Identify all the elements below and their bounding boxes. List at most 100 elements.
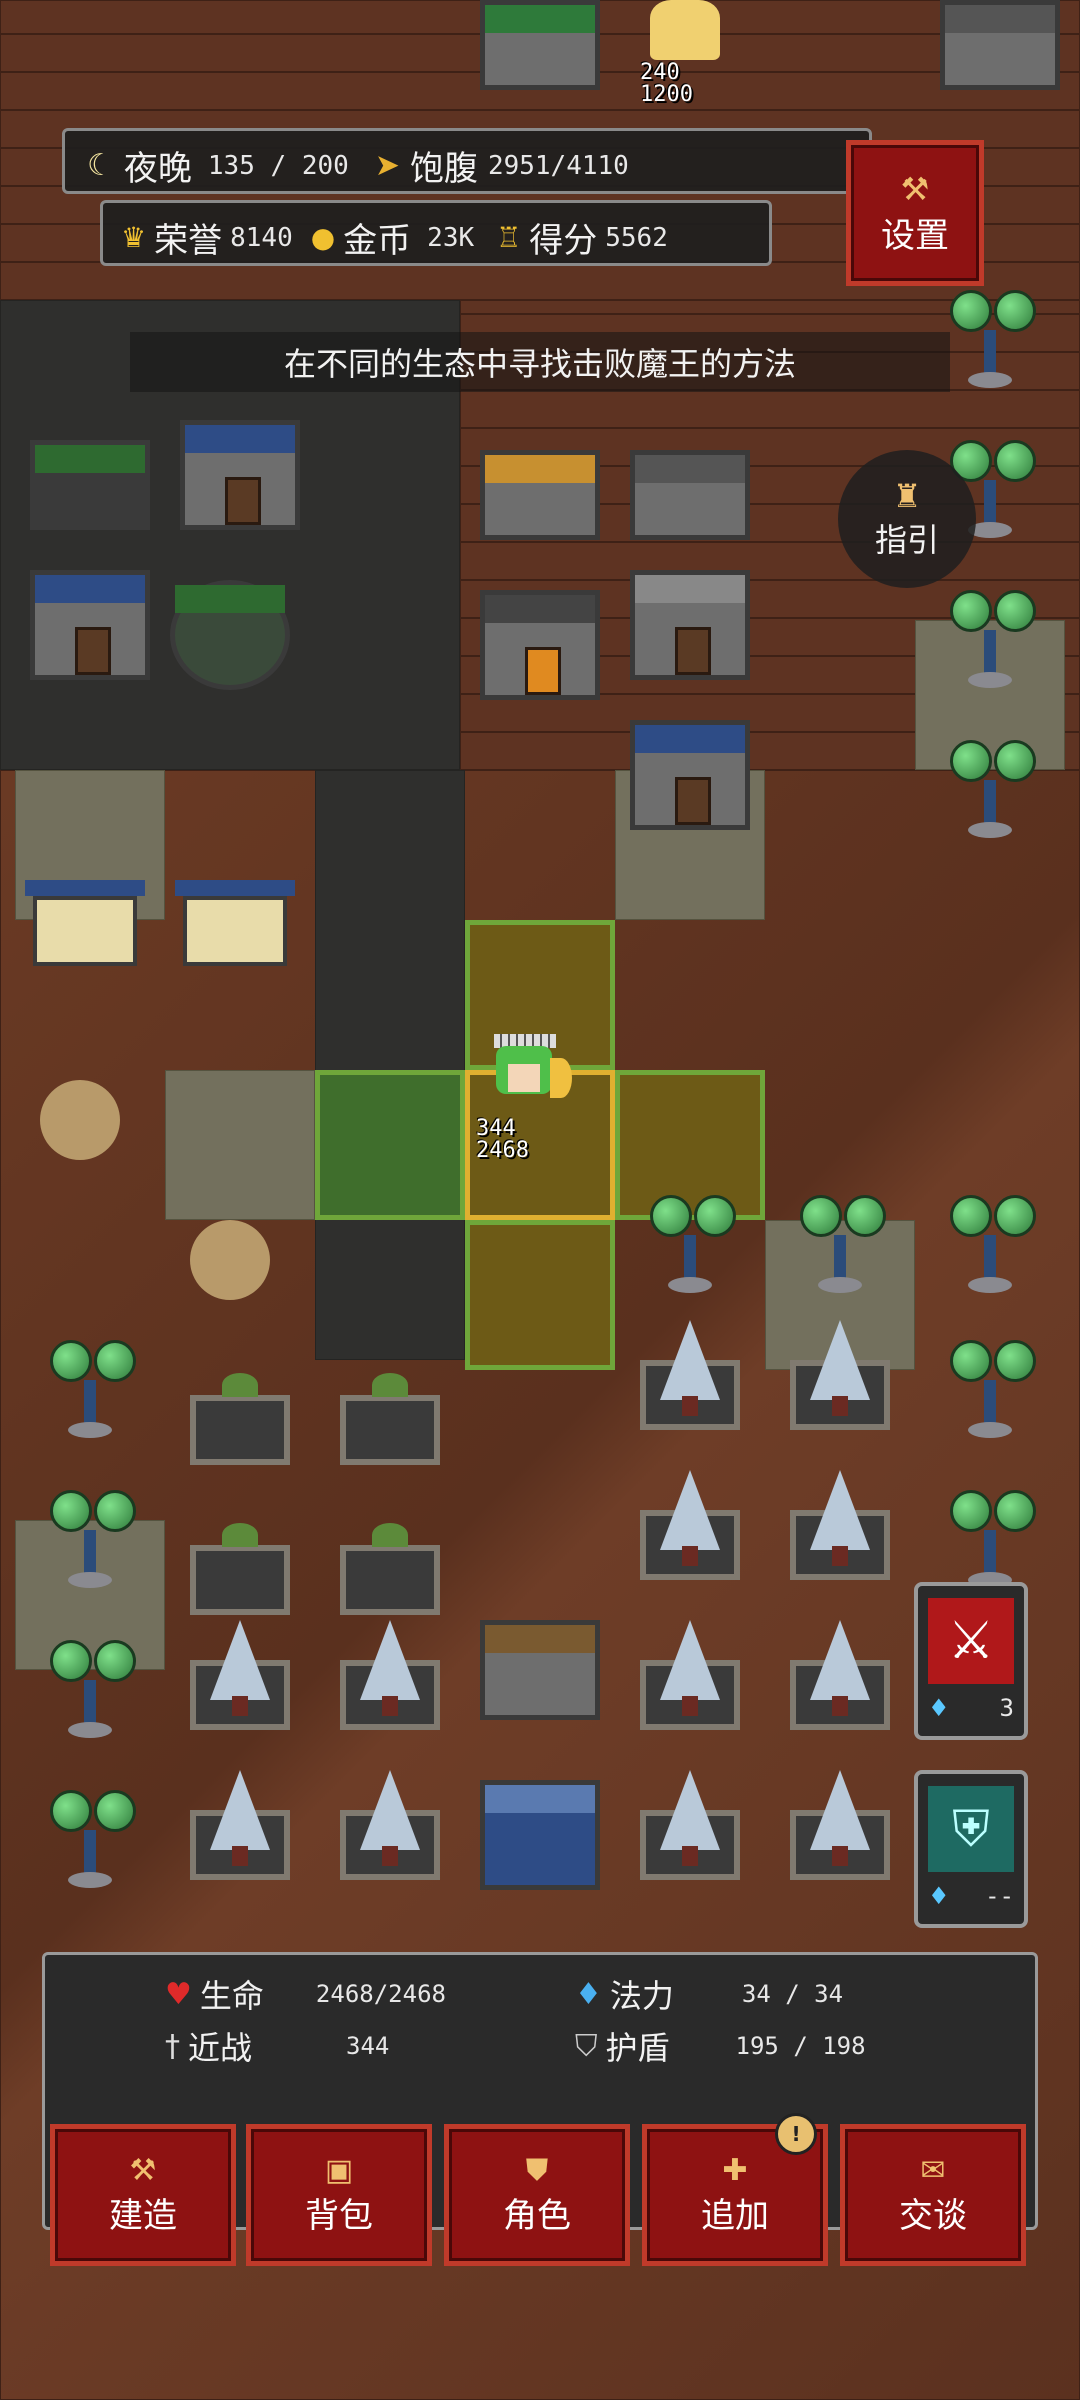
npc-stats: 240 1200 — [640, 62, 693, 106]
build-button[interactable]: ⚒ 建造 — [50, 2124, 236, 2266]
add-button[interactable]: ✚ 追加 ! — [642, 2113, 828, 2266]
status-bar-top: ☾ 夜晚 135 / 200 ➤ 饱腹 2951/4110 — [62, 128, 872, 194]
cabinet-building[interactable] — [480, 1780, 600, 1890]
sword-icon: † — [165, 2028, 180, 2064]
dome-building[interactable] — [170, 580, 290, 690]
house-building[interactable] — [480, 0, 600, 90]
gold-value: 23K — [427, 222, 475, 253]
night-label: 夜晚 — [123, 149, 192, 189]
bag-icon: ▣ — [324, 2153, 354, 2188]
lamp-post[interactable] — [950, 290, 1036, 400]
forge-building[interactable] — [480, 590, 600, 700]
bag-button[interactable]: ▣ 背包 — [246, 2124, 432, 2266]
honor-label: 荣誉 — [154, 221, 223, 261]
hp-value: 2468/2468 — [315, 1980, 446, 2008]
pine-tree[interactable] — [790, 1770, 890, 1880]
shield-label: 护盾 — [605, 2029, 670, 2067]
night-value: 135 / 200 — [207, 150, 349, 181]
move-target-tile[interactable] — [465, 1220, 615, 1370]
sprout-planter[interactable] — [190, 1505, 290, 1615]
shed-building[interactable] — [175, 880, 295, 980]
pine-tree[interactable] — [190, 1770, 290, 1880]
sprout-planter[interactable] — [340, 1505, 440, 1615]
tree-planter[interactable] — [30, 440, 150, 530]
bag-label: 背包 — [305, 2196, 373, 2236]
house-building[interactable] — [30, 570, 150, 680]
status-bar-resources: ♛ 荣誉 8140 ● 金币 23K ♖ 得分 5562 — [100, 200, 772, 266]
pine-tree[interactable] — [640, 1320, 740, 1430]
gold-label: 金币 — [343, 221, 412, 261]
guide-button[interactable]: ♜ 指引 — [838, 450, 976, 588]
plus-icon: ✚ — [722, 2153, 748, 2188]
lamp-post[interactable] — [950, 1340, 1036, 1450]
lamp-post[interactable] — [50, 1340, 136, 1450]
potion-icon: ♦ — [575, 1976, 602, 2012]
nest-creature[interactable] — [40, 1080, 120, 1160]
talk-button[interactable]: ✉ 交谈 — [840, 2124, 1026, 2266]
pine-tree[interactable] — [190, 1620, 290, 1730]
score-label: 得分 — [529, 221, 598, 261]
lamp-post[interactable] — [950, 590, 1036, 700]
pine-tree[interactable] — [640, 1770, 740, 1880]
pine-tree[interactable] — [640, 1470, 740, 1580]
build-label: 建造 — [109, 2196, 177, 2236]
house-building[interactable] — [630, 570, 750, 680]
skill-slot-sword[interactable]: ⚔ ♦ 3 — [914, 1582, 1028, 1740]
lamp-post[interactable] — [50, 1640, 136, 1750]
shield-value: 195 / 198 — [735, 2032, 866, 2060]
move-target-tile[interactable] — [315, 1070, 465, 1220]
character-icon: ⛊ — [525, 2153, 549, 2188]
add-label: 追加 — [701, 2196, 769, 2236]
pine-tree[interactable] — [790, 1620, 890, 1730]
hint-banner: 在不同的生态中寻找击败魔王的方法 — [130, 332, 950, 392]
lamp-post[interactable] — [950, 1195, 1036, 1305]
shield-cost: -- — [985, 1882, 1014, 1910]
stone-tile[interactable] — [165, 1070, 315, 1220]
pine-tree[interactable] — [340, 1620, 440, 1730]
npc-attack: 240 — [640, 60, 680, 85]
sprout-planter[interactable] — [190, 1355, 290, 1465]
mp-label: 法力 — [609, 1977, 674, 2015]
wrench-icon: ⚒ — [900, 169, 930, 208]
satiety-value: 2951/4110 — [487, 150, 629, 181]
player-character[interactable] — [480, 1034, 572, 1120]
angel-npc[interactable] — [650, 0, 720, 60]
boat-building[interactable] — [480, 450, 600, 540]
settings-label: 设置 — [881, 215, 949, 256]
mana-icon: ♦ — [928, 1882, 950, 1910]
shed-building[interactable] — [25, 880, 145, 980]
score-value: 5562 — [605, 222, 668, 253]
lamp-post[interactable] — [800, 1195, 886, 1305]
talk-label: 交谈 — [899, 2196, 967, 2236]
lamp-post[interactable] — [50, 1490, 136, 1600]
satiety-label: 饱腹 — [409, 149, 478, 189]
machine-building[interactable] — [940, 0, 1060, 90]
character-button[interactable]: ⛊ 角色 — [444, 2124, 630, 2266]
lamp-post[interactable] — [650, 1195, 736, 1305]
sword-cost: 3 — [999, 1694, 1014, 1722]
well-building[interactable] — [630, 450, 750, 540]
house-building[interactable] — [630, 720, 750, 830]
goblet-icon: ♜ — [892, 477, 922, 515]
honor-value: 8140 — [230, 222, 293, 253]
heart-icon: ♥ — [165, 1976, 192, 2012]
workshop-building[interactable] — [480, 1620, 600, 1720]
pine-tree[interactable] — [640, 1620, 740, 1730]
path-column — [315, 770, 465, 1360]
pine-tree[interactable] — [340, 1770, 440, 1880]
skill-slot-shield[interactable]: ⛨ ♦ -- — [914, 1770, 1028, 1928]
lamp-post[interactable] — [50, 1790, 136, 1900]
npc-health: 1200 — [640, 82, 693, 107]
sprout-planter[interactable] — [340, 1355, 440, 1465]
nest-creature[interactable] — [190, 1220, 270, 1300]
player-attack: 344 — [476, 1116, 516, 1141]
mana-icon: ♦ — [928, 1694, 950, 1722]
lamp-post[interactable] — [950, 740, 1036, 850]
hint-text: 在不同的生态中寻找击败魔王的方法 — [283, 345, 796, 383]
pine-tree[interactable] — [790, 1470, 890, 1580]
pine-tree[interactable] — [790, 1320, 890, 1430]
shield-icon: ⛨ — [928, 1786, 1014, 1872]
settings-button[interactable]: ⚒ 设置 — [846, 140, 984, 286]
hp-label: 生命 — [199, 1977, 264, 2015]
house-building[interactable] — [180, 420, 300, 530]
